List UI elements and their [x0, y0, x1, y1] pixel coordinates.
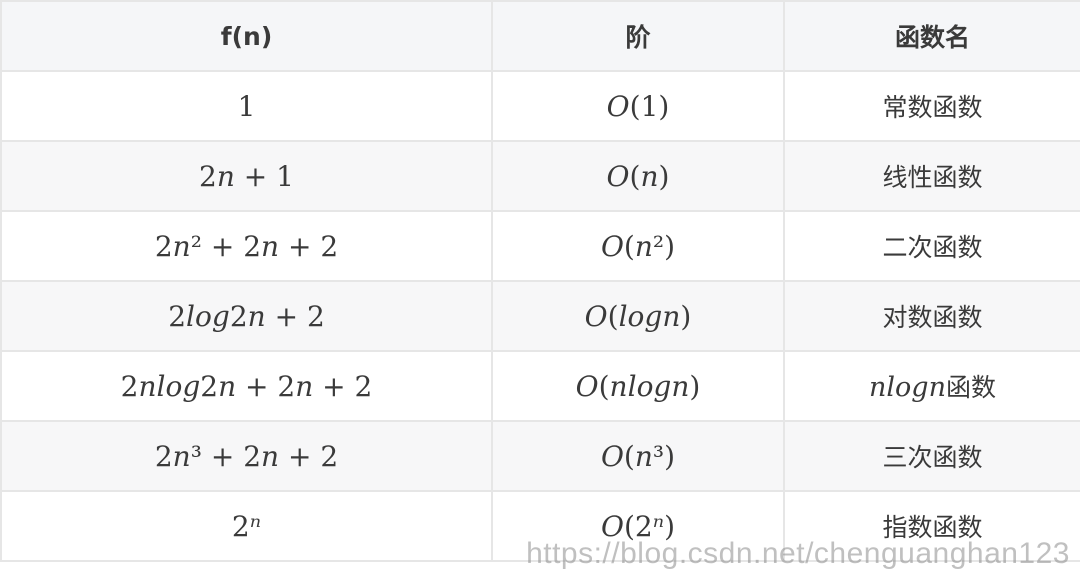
fn-cell: 2log2n + 2 [0, 280, 493, 352]
table-row: 2n² + 2n + 2 O(n²) 二次函数 [0, 210, 1080, 282]
table-row: 1 O(1) 常数函数 [0, 70, 1080, 142]
order-cell: O(nlogn) [491, 350, 785, 422]
header-row: f(n) 阶 函数名 [0, 0, 1080, 72]
name-cell: 线性函数 [783, 140, 1080, 212]
header-order: 阶 [491, 0, 785, 72]
order-cell: O(n²) [491, 210, 785, 282]
table-row: 2n + 1 O(n) 线性函数 [0, 140, 1080, 212]
name-cell: 指数函数 [783, 490, 1080, 562]
order-cell: O(1) [491, 70, 785, 142]
name-cell: 二次函数 [783, 210, 1080, 282]
fn-cell: 2n + 1 [0, 140, 493, 212]
header-fn: f(n) [0, 0, 493, 72]
name-cell: 常数函数 [783, 70, 1080, 142]
complexity-table: f(n) 阶 函数名 1 O(1) 常数函数 2n + 1 O(n) 线性函数 … [0, 0, 1080, 562]
order-cell: O(n) [491, 140, 785, 212]
table-row: 2log2n + 2 O(logn) 对数函数 [0, 280, 1080, 352]
table-row: 2ⁿ O(2ⁿ) 指数函数 [0, 490, 1080, 562]
name-cell: 三次函数 [783, 420, 1080, 492]
table-row: 2nlog2n + 2n + 2 O(nlogn) nlogn函数 [0, 350, 1080, 422]
fn-cell: 2ⁿ [0, 490, 493, 562]
order-cell: O(2ⁿ) [491, 490, 785, 562]
order-cell: O(n³) [491, 420, 785, 492]
name-cell: nlogn函数 [783, 350, 1080, 422]
fn-cell: 2nlog2n + 2n + 2 [0, 350, 493, 422]
order-cell: O(logn) [491, 280, 785, 352]
name-cell: 对数函数 [783, 280, 1080, 352]
header-name: 函数名 [783, 0, 1080, 72]
fn-cell: 2n² + 2n + 2 [0, 210, 493, 282]
fn-cell: 1 [0, 70, 493, 142]
table-row: 2n³ + 2n + 2 O(n³) 三次函数 [0, 420, 1080, 492]
fn-cell: 2n³ + 2n + 2 [0, 420, 493, 492]
